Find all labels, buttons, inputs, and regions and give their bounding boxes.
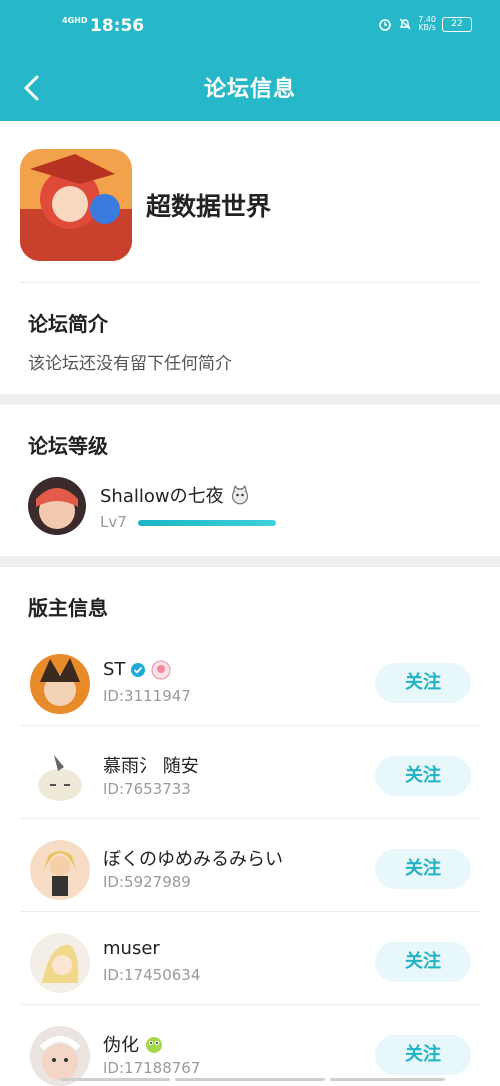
follow-button[interactable]: 关注 [375, 756, 471, 796]
app-bar: 论坛信息 [0, 55, 500, 121]
frog-badge-icon [146, 1037, 162, 1053]
moderator-name-text: muser [103, 938, 160, 959]
moderator-id: ID:5927989 [103, 873, 191, 891]
verified-icon [131, 662, 146, 677]
level-title: 论坛等级 [28, 434, 108, 458]
nav-indicator [330, 1078, 445, 1081]
intro-title: 论坛简介 [28, 312, 108, 336]
moderator-name: ぼくのゆめみるみらい [103, 845, 283, 871]
moderator-name-text: ST [103, 659, 126, 680]
list-item: ぼくのゆめみるみらい ID:5927989 关注 [0, 830, 500, 923]
moderator-id: ID:3111947 [103, 687, 191, 705]
row-divider [20, 1004, 480, 1005]
level-label: Lv7 [100, 513, 127, 531]
list-item: 慕雨氵 随安 ID:7653733 关注 [0, 737, 500, 830]
network-indicator: 4GHD [62, 16, 88, 25]
list-item: 伪化 ID:17188767 关注 [0, 1016, 500, 1086]
moderator-name-text: 慕雨氵 随安 [103, 756, 199, 777]
net-speed: 7.40 KB/s [418, 16, 436, 32]
row-divider [20, 725, 480, 726]
moderators-title: 版主信息 [28, 596, 108, 620]
forum-icon[interactable] [20, 149, 132, 261]
intro-text: 该论坛还没有留下任何简介 [28, 354, 232, 374]
divider [20, 282, 480, 283]
nav-indicator [60, 1078, 170, 1081]
page-title: 论坛信息 [203, 77, 296, 102]
follow-button[interactable]: 关注 [375, 849, 471, 889]
net-speed-unit: KB/s [418, 23, 436, 32]
status-icons: 7.40 KB/s 22 [378, 16, 472, 32]
cat-badge-icon [231, 485, 248, 505]
moderator-name-text: 伪化 [103, 1035, 139, 1056]
nav-indicator [175, 1078, 325, 1081]
moderator-id: ID:17188767 [103, 1059, 201, 1077]
battery-icon: 22 [442, 16, 472, 32]
level-progress-bar [138, 520, 276, 526]
moderator-id: ID:17450634 [103, 966, 201, 984]
follow-button[interactable]: 关注 [375, 942, 471, 982]
forum-header: 超数据世界 [20, 148, 271, 262]
alarm-icon [379, 19, 391, 31]
row-divider [20, 911, 480, 912]
row-divider [20, 818, 480, 819]
mute-bell-icon [399, 18, 411, 30]
follow-button[interactable]: 关注 [375, 663, 471, 703]
avatar[interactable] [30, 654, 90, 714]
pink-badge-icon [151, 660, 171, 679]
avatar[interactable] [28, 477, 86, 535]
moderator-name: ST [103, 659, 171, 680]
follow-button[interactable]: 关注 [375, 1035, 471, 1075]
moderator-name-text: ぼくのゆめみるみらい [103, 849, 283, 870]
avatar[interactable] [30, 933, 90, 993]
moderator-name: 慕雨氵 随安 [103, 752, 199, 778]
avatar[interactable] [30, 747, 90, 807]
level-progress-fill [138, 520, 276, 526]
status-time: 18:56 [90, 16, 145, 36]
list-item: ST ID:3111947 关注 [0, 644, 500, 737]
avatar[interactable] [30, 1026, 90, 1086]
forum-name: 超数据世界 [146, 192, 272, 221]
section-divider [0, 556, 500, 567]
section-divider [0, 394, 500, 405]
level-user: Shallowの七夜 [100, 482, 250, 508]
status-bar: 4GHD 18:56 7.40 KB/s 22 [0, 0, 500, 55]
moderator-name: muser [103, 938, 160, 959]
moderator-id: ID:7653733 [103, 780, 191, 798]
list-item: muser ID:17450634 关注 [0, 923, 500, 1016]
avatar[interactable] [30, 840, 90, 900]
moderator-name: 伪化 [103, 1031, 164, 1057]
level-user-name: Shallowの七夜 [100, 486, 224, 507]
